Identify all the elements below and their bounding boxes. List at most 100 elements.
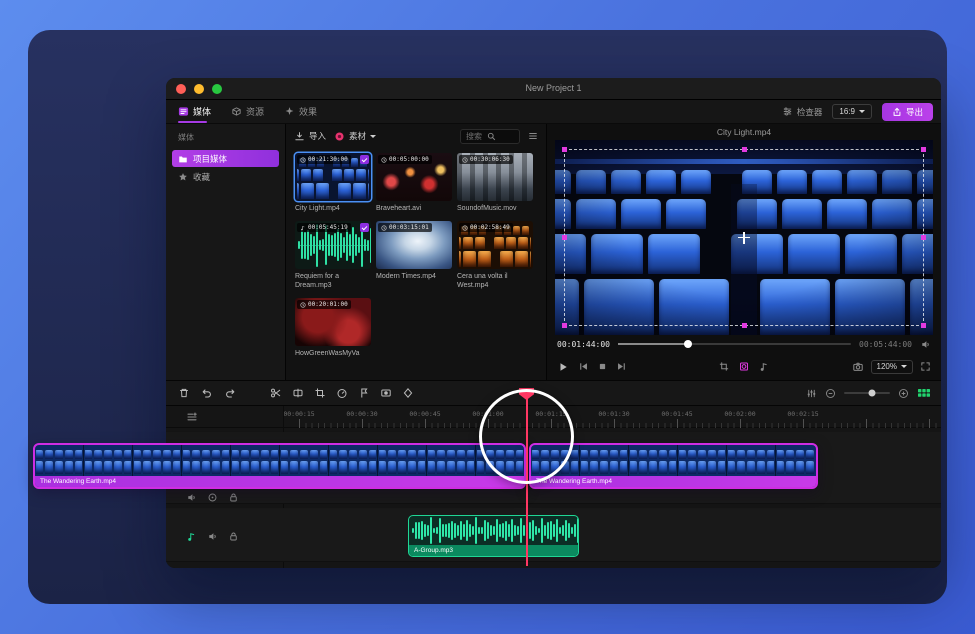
media-item[interactable]: 00:30:06:30 SoundofMusic.mov xyxy=(457,153,533,213)
zoom-in-icon[interactable] xyxy=(898,388,909,399)
ruler-label: 00:02:00 xyxy=(724,410,755,418)
crop-tool-button[interactable] xyxy=(719,361,730,372)
duration-badge: 00:05:45:19 xyxy=(297,223,351,232)
media-panel: 导入 素材 搜索 xyxy=(286,124,547,380)
title-bar: New Project 1 xyxy=(166,78,941,100)
duration-badge: 00:05:00:00 xyxy=(378,155,432,164)
audio-clip-label: A-Group.mp3 xyxy=(409,545,578,556)
next-frame-button[interactable] xyxy=(616,361,627,372)
ruler-label: 00:01:45 xyxy=(661,410,692,418)
media-item-name: Cera una volta il West.mp4 xyxy=(457,272,533,290)
split-scissors-icon[interactable] xyxy=(270,387,282,399)
audio-track-icon[interactable] xyxy=(186,531,197,542)
speed-icon[interactable] xyxy=(336,387,348,399)
transform-handle[interactable] xyxy=(742,147,747,152)
audio-clip[interactable]: A-Group.mp3 xyxy=(408,515,579,557)
transform-tool-button[interactable] xyxy=(739,361,750,372)
media-item-name: HowGreenWasMyVa xyxy=(295,349,371,358)
tab-effects[interactable]: 效果 xyxy=(284,100,317,123)
media-sidebar: 媒体 项目媒体 收藏 xyxy=(166,124,286,380)
transform-handle[interactable] xyxy=(562,235,567,240)
filmstrip xyxy=(35,445,524,476)
resources-tab-icon xyxy=(231,106,242,117)
record-icon[interactable] xyxy=(380,387,392,399)
timeline-view-button[interactable] xyxy=(917,387,931,399)
marker-icon[interactable] xyxy=(358,387,370,399)
list-view-icon[interactable] xyxy=(528,131,538,141)
media-item[interactable]: 00:21:30:00 City Light.mp4 xyxy=(295,153,371,213)
video-clip-right[interactable]: The Wandering Earth.mp4 xyxy=(529,443,818,489)
export-icon xyxy=(892,107,902,117)
transform-handle[interactable] xyxy=(742,323,747,328)
redo-icon[interactable] xyxy=(224,387,236,399)
transform-handle[interactable] xyxy=(562,323,567,328)
source-dropdown[interactable]: 素材 xyxy=(334,130,376,142)
seek-slider[interactable] xyxy=(618,343,851,345)
media-item-name: SoundofMusic.mov xyxy=(457,204,533,213)
stop-button[interactable] xyxy=(598,362,607,371)
aspect-ratio-dropdown[interactable]: 16:9 xyxy=(832,104,872,119)
export-button[interactable]: 导出 xyxy=(882,103,933,121)
media-item[interactable]: 00:05:00:00 Braveheart.avi xyxy=(376,153,452,213)
selected-checkbox[interactable] xyxy=(360,223,369,232)
audio-track-header xyxy=(186,531,239,542)
zoom-out-icon[interactable] xyxy=(825,388,836,399)
duration-badge: 00:02:58:49 xyxy=(459,223,513,232)
ruler-label: 00:02:15 xyxy=(787,410,818,418)
media-item[interactable]: 00:20:01:00 HowGreenWasMyVa xyxy=(295,298,371,358)
mixer-icon[interactable] xyxy=(806,388,817,399)
center-crosshair-icon[interactable] xyxy=(738,232,750,244)
trim-icon[interactable] xyxy=(292,387,304,399)
clock-icon xyxy=(462,157,468,163)
mute-track-icon[interactable] xyxy=(207,531,218,542)
inspector-button[interactable]: 检查器 xyxy=(782,106,823,118)
seek-knob[interactable] xyxy=(684,340,692,348)
track-manager-icon[interactable] xyxy=(186,411,198,423)
lock-track-icon[interactable] xyxy=(228,492,239,503)
search-icon xyxy=(487,132,496,141)
keyframe-icon[interactable] xyxy=(402,387,414,399)
duration-badge: 00:30:06:30 xyxy=(459,155,513,164)
undo-icon[interactable] xyxy=(201,387,213,399)
clock-icon xyxy=(300,157,306,163)
prev-frame-button[interactable] xyxy=(578,361,589,372)
media-item[interactable]: 00:05:45:19 Requiem for a Dream.mp3 xyxy=(295,221,371,290)
crop-icon[interactable] xyxy=(314,387,326,399)
transform-handle[interactable] xyxy=(921,235,926,240)
sidebar-item-favorites[interactable]: 收藏 xyxy=(172,168,279,185)
media-item-name: Modern Times.mp4 xyxy=(376,272,452,281)
transform-handle[interactable] xyxy=(921,323,926,328)
import-button[interactable]: 导入 xyxy=(294,130,326,142)
audio-tool-button[interactable] xyxy=(759,361,770,372)
tab-resources[interactable]: 资源 xyxy=(231,100,264,123)
delete-icon[interactable] xyxy=(178,387,190,399)
preview-title: City Light.mp4 xyxy=(547,124,941,140)
solo-track-icon[interactable] xyxy=(207,492,218,503)
lock-track-icon[interactable] xyxy=(228,531,239,542)
video-clip-left[interactable]: The Wandering Earth.mp4 xyxy=(33,443,526,489)
tab-media[interactable]: 媒体 xyxy=(178,100,211,123)
sidebar-header: 媒体 xyxy=(166,129,285,149)
media-item[interactable]: 00:03:15:01 Modern Times.mp4 xyxy=(376,221,452,290)
volume-icon[interactable] xyxy=(920,339,931,350)
play-button[interactable] xyxy=(557,361,569,373)
sidebar-item-project-media[interactable]: 项目媒体 xyxy=(172,150,279,167)
search-input[interactable]: 搜索 xyxy=(460,129,520,144)
snapshot-camera-icon[interactable] xyxy=(852,361,864,373)
transform-handle[interactable] xyxy=(921,147,926,152)
star-icon xyxy=(178,172,188,182)
selected-checkbox[interactable] xyxy=(360,155,369,164)
mute-track-icon[interactable] xyxy=(186,492,197,503)
timeline-zoom-slider[interactable] xyxy=(844,392,890,394)
effects-tab-icon xyxy=(284,106,295,117)
media-item[interactable]: 00:02:58:49 Cera una volta il West.mp4 xyxy=(457,221,533,290)
media-tab-icon xyxy=(178,106,189,117)
transform-handle[interactable] xyxy=(562,147,567,152)
transform-selection-box[interactable] xyxy=(564,149,924,326)
preview-viewport[interactable] xyxy=(555,140,933,335)
preview-zoom-dropdown[interactable]: 120% xyxy=(871,360,913,374)
fullscreen-icon[interactable] xyxy=(920,361,931,372)
clock-icon xyxy=(300,302,306,308)
window-title: New Project 1 xyxy=(166,83,941,93)
zoom-slider-knob[interactable] xyxy=(868,390,875,397)
